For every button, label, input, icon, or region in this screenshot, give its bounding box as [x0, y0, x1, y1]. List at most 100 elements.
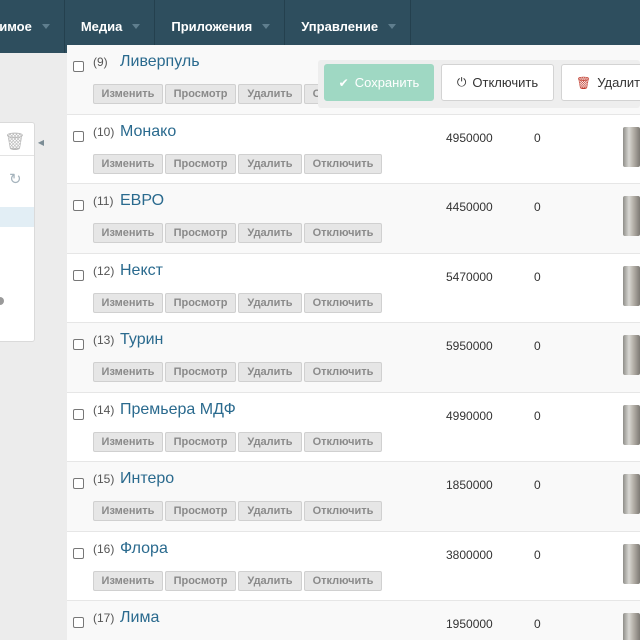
check-icon: ✔: [338, 75, 349, 90]
sidebar-item-active[interactable]: [0, 207, 34, 227]
save-button[interactable]: ✔ Сохранить: [324, 64, 434, 101]
row-checkbox[interactable]: [73, 478, 84, 489]
delete-button[interactable]: Удалить: [238, 223, 302, 243]
delete-button[interactable]: Удалить: [238, 570, 302, 591]
row-actions: Изменить Просмотр Удалить Отключить: [93, 501, 384, 521]
item-thumbnail[interactable]: [623, 196, 640, 236]
edit-button[interactable]: Изменить: [93, 501, 163, 521]
item-name-link[interactable]: Интеро: [120, 470, 174, 488]
edit-button[interactable]: Изменить: [93, 84, 163, 104]
chevron-down-icon: [262, 24, 271, 29]
item-price: 5950000: [446, 339, 493, 353]
edit-button[interactable]: Изменить: [93, 570, 163, 591]
divider: [0, 155, 34, 156]
item-name-link[interactable]: Монако: [120, 123, 176, 141]
row-actions: Изменить Просмотр Удалить Отключить: [93, 362, 384, 382]
table-row: (13) Турин 5950000 0 Изменить Просмотр У…: [67, 323, 640, 393]
item-name-link[interactable]: Некст: [120, 262, 163, 280]
delete-button[interactable]: Удалить: [238, 84, 302, 104]
item-name-link[interactable]: Ливерпуль: [120, 53, 200, 71]
row-checkbox[interactable]: [73, 269, 84, 281]
item-thumbnail[interactable]: [623, 265, 640, 306]
row-actions: Изменить Просмотр Удалить Отключить: [93, 431, 384, 452]
delete-button[interactable]: Удалить: [238, 431, 302, 452]
item-name-link[interactable]: ЕВРО: [120, 192, 164, 210]
item-name-link[interactable]: Флора: [120, 540, 168, 558]
table-row: (17) Лима 1950000 0: [67, 601, 640, 640]
item-name-link[interactable]: Премьера МДФ: [120, 401, 236, 419]
view-button[interactable]: Просмотр: [165, 431, 236, 452]
disable-button[interactable]: Отключить: [304, 153, 382, 174]
delete-button-label: Удалить: [597, 75, 640, 90]
edit-button[interactable]: Изменить: [93, 223, 163, 243]
item-quantity: 0: [534, 200, 541, 214]
row-number: (9): [93, 55, 108, 69]
table-row: (14) Премьера МДФ 4990000 0 Изменить Про…: [67, 392, 640, 462]
item-thumbnail[interactable]: [623, 126, 640, 167]
row-checkbox[interactable]: [73, 408, 84, 420]
item-quantity: 0: [534, 130, 541, 145]
row-number: (10): [93, 124, 115, 139]
refresh-icon[interactable]: ↻: [9, 172, 22, 187]
nav-item-label: Приложения: [171, 19, 253, 34]
item-price: 3800000: [446, 547, 493, 562]
item-thumbnail[interactable]: [623, 335, 640, 375]
row-checkbox[interactable]: [73, 339, 84, 350]
item-thumbnail[interactable]: [623, 474, 640, 514]
item-price: 4450000: [446, 200, 493, 214]
row-actions: Изменить Просмотр Удалить Отключить: [93, 292, 384, 313]
edit-button[interactable]: Изменить: [93, 153, 163, 174]
row-number: (11): [93, 194, 114, 208]
disable-button[interactable]: Отключить: [304, 362, 382, 382]
item-quantity: 0: [534, 547, 541, 562]
row-number: (13): [93, 333, 115, 347]
table-row: (12) Некст 5470000 0 Изменить Просмотр У…: [67, 253, 640, 323]
row-checkbox[interactable]: [73, 617, 84, 628]
view-button[interactable]: Просмотр: [165, 223, 236, 243]
view-button[interactable]: Просмотр: [165, 292, 236, 313]
edit-button[interactable]: Изменить: [93, 292, 163, 313]
collapse-sidebar-icon[interactable]: ◀: [35, 122, 47, 162]
nav-item-content[interactable]: жимое: [0, 0, 65, 53]
item-thumbnail[interactable]: [623, 543, 640, 584]
view-button[interactable]: Просмотр: [165, 501, 236, 521]
item-quantity: 0: [534, 339, 541, 353]
item-thumbnail[interactable]: [623, 404, 640, 445]
row-number: (12): [93, 263, 115, 278]
view-button[interactable]: Просмотр: [165, 84, 236, 104]
delete-button[interactable]: Удалить: [238, 501, 302, 521]
edit-button[interactable]: Изменить: [93, 431, 163, 452]
row-checkbox[interactable]: [73, 547, 84, 559]
disable-button[interactable]: Отключить: [304, 223, 382, 243]
disable-button[interactable]: Отключить: [304, 292, 382, 313]
row-checkbox[interactable]: [73, 200, 84, 211]
save-button-label: Сохранить: [354, 75, 420, 90]
trash-icon[interactable]: 🗑︎: [4, 133, 26, 150]
item-name-link[interactable]: Лима: [120, 609, 159, 627]
delete-button[interactable]: Удалить: [238, 292, 302, 313]
items-table: (9) Ливерпуль Изменить Просмотр Удалить …: [67, 45, 640, 640]
row-number: (15): [93, 472, 115, 486]
item-thumbnail[interactable]: [623, 613, 640, 640]
item-price: 4950000: [446, 130, 493, 145]
disable-button[interactable]: Отключить: [304, 431, 382, 452]
row-checkbox[interactable]: [73, 130, 84, 142]
row-checkbox[interactable]: [73, 61, 84, 72]
view-button[interactable]: Просмотр: [165, 153, 236, 174]
delete-button[interactable]: Удалить: [238, 362, 302, 382]
item-price: 1850000: [446, 478, 493, 492]
row-number: (14): [93, 402, 115, 417]
edit-button[interactable]: Изменить: [93, 362, 163, 382]
item-name-link[interactable]: Турин: [120, 331, 163, 349]
view-button[interactable]: Просмотр: [165, 362, 236, 382]
table-row: (15) Интеро 1850000 0 Изменить Просмотр …: [67, 462, 640, 532]
disable-button[interactable]: Отключить: [304, 501, 382, 521]
view-button[interactable]: Просмотр: [165, 570, 236, 591]
table-row: (11) ЕВРО 4450000 0 Изменить Просмотр Уд…: [67, 184, 640, 254]
nav-item-label: Медиа: [80, 19, 123, 34]
trash-icon: 🗑︎: [576, 75, 592, 90]
disable-button[interactable]: ⏻ Отключить: [441, 64, 554, 101]
delete-button[interactable]: Удалить: [238, 153, 302, 174]
disable-button[interactable]: Отключить: [304, 570, 382, 591]
delete-button[interactable]: 🗑︎ Удалить: [561, 64, 640, 101]
